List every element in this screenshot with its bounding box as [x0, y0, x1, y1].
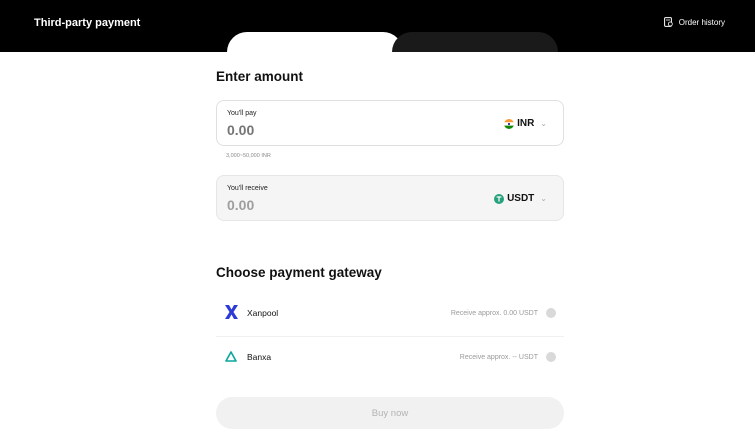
- gateway-option-banxa[interactable]: Banxa Receive approx. -- USDT: [216, 335, 564, 379]
- payment-gateway-title: Choose payment gateway: [216, 265, 382, 280]
- order-history-label: Order history: [678, 17, 725, 27]
- gateway-name: Xanpool: [247, 308, 279, 318]
- tab-inactive[interactable]: [392, 32, 558, 52]
- order-history-icon: [663, 17, 673, 27]
- pay-currency-code: INR: [517, 118, 535, 129]
- chevron-down-icon: ⌄: [540, 119, 547, 128]
- gateway-approx-amount: Receive approx. -- USDT: [459, 353, 538, 361]
- receive-label: You'll receive: [227, 185, 268, 192]
- tab-buy-active[interactable]: [227, 32, 403, 52]
- top-header: Third-party payment Order history: [0, 0, 755, 52]
- chevron-down-icon: ⌄: [540, 194, 547, 203]
- pay-range-hint: 3,000~50,000 INR: [226, 153, 271, 159]
- receive-amount-value: 0.00: [227, 197, 255, 213]
- usdt-icon: [494, 193, 505, 204]
- order-history-link[interactable]: Order history: [663, 17, 725, 27]
- pay-label: You'll pay: [227, 110, 257, 117]
- banxa-logo-icon: [225, 351, 237, 362]
- pay-currency-selector[interactable]: INR ⌄: [504, 118, 547, 129]
- page-title: Third-party payment: [34, 17, 141, 29]
- gateway-name: Banxa: [247, 352, 272, 362]
- receive-currency-code: USDT: [507, 193, 535, 204]
- gateway-radio[interactable]: [546, 352, 556, 362]
- xanpool-logo-icon: [225, 305, 238, 319]
- gateway-option-xanpool[interactable]: Xanpool Receive approx. 0.00 USDT: [216, 291, 564, 335]
- pay-amount-input[interactable]: [227, 122, 377, 138]
- india-flag-icon: [504, 118, 515, 129]
- receive-currency-selector[interactable]: USDT ⌄: [494, 193, 547, 204]
- enter-amount-title: Enter amount: [216, 69, 304, 84]
- receive-amount-box: You'll receive 0.00 USDT ⌄: [216, 175, 564, 221]
- gateway-radio[interactable]: [546, 308, 556, 318]
- pay-amount-box[interactable]: You'll pay INR ⌄: [216, 100, 564, 146]
- buy-now-button[interactable]: Buy now: [216, 397, 564, 429]
- gateway-approx-amount: Receive approx. 0.00 USDT: [450, 309, 538, 317]
